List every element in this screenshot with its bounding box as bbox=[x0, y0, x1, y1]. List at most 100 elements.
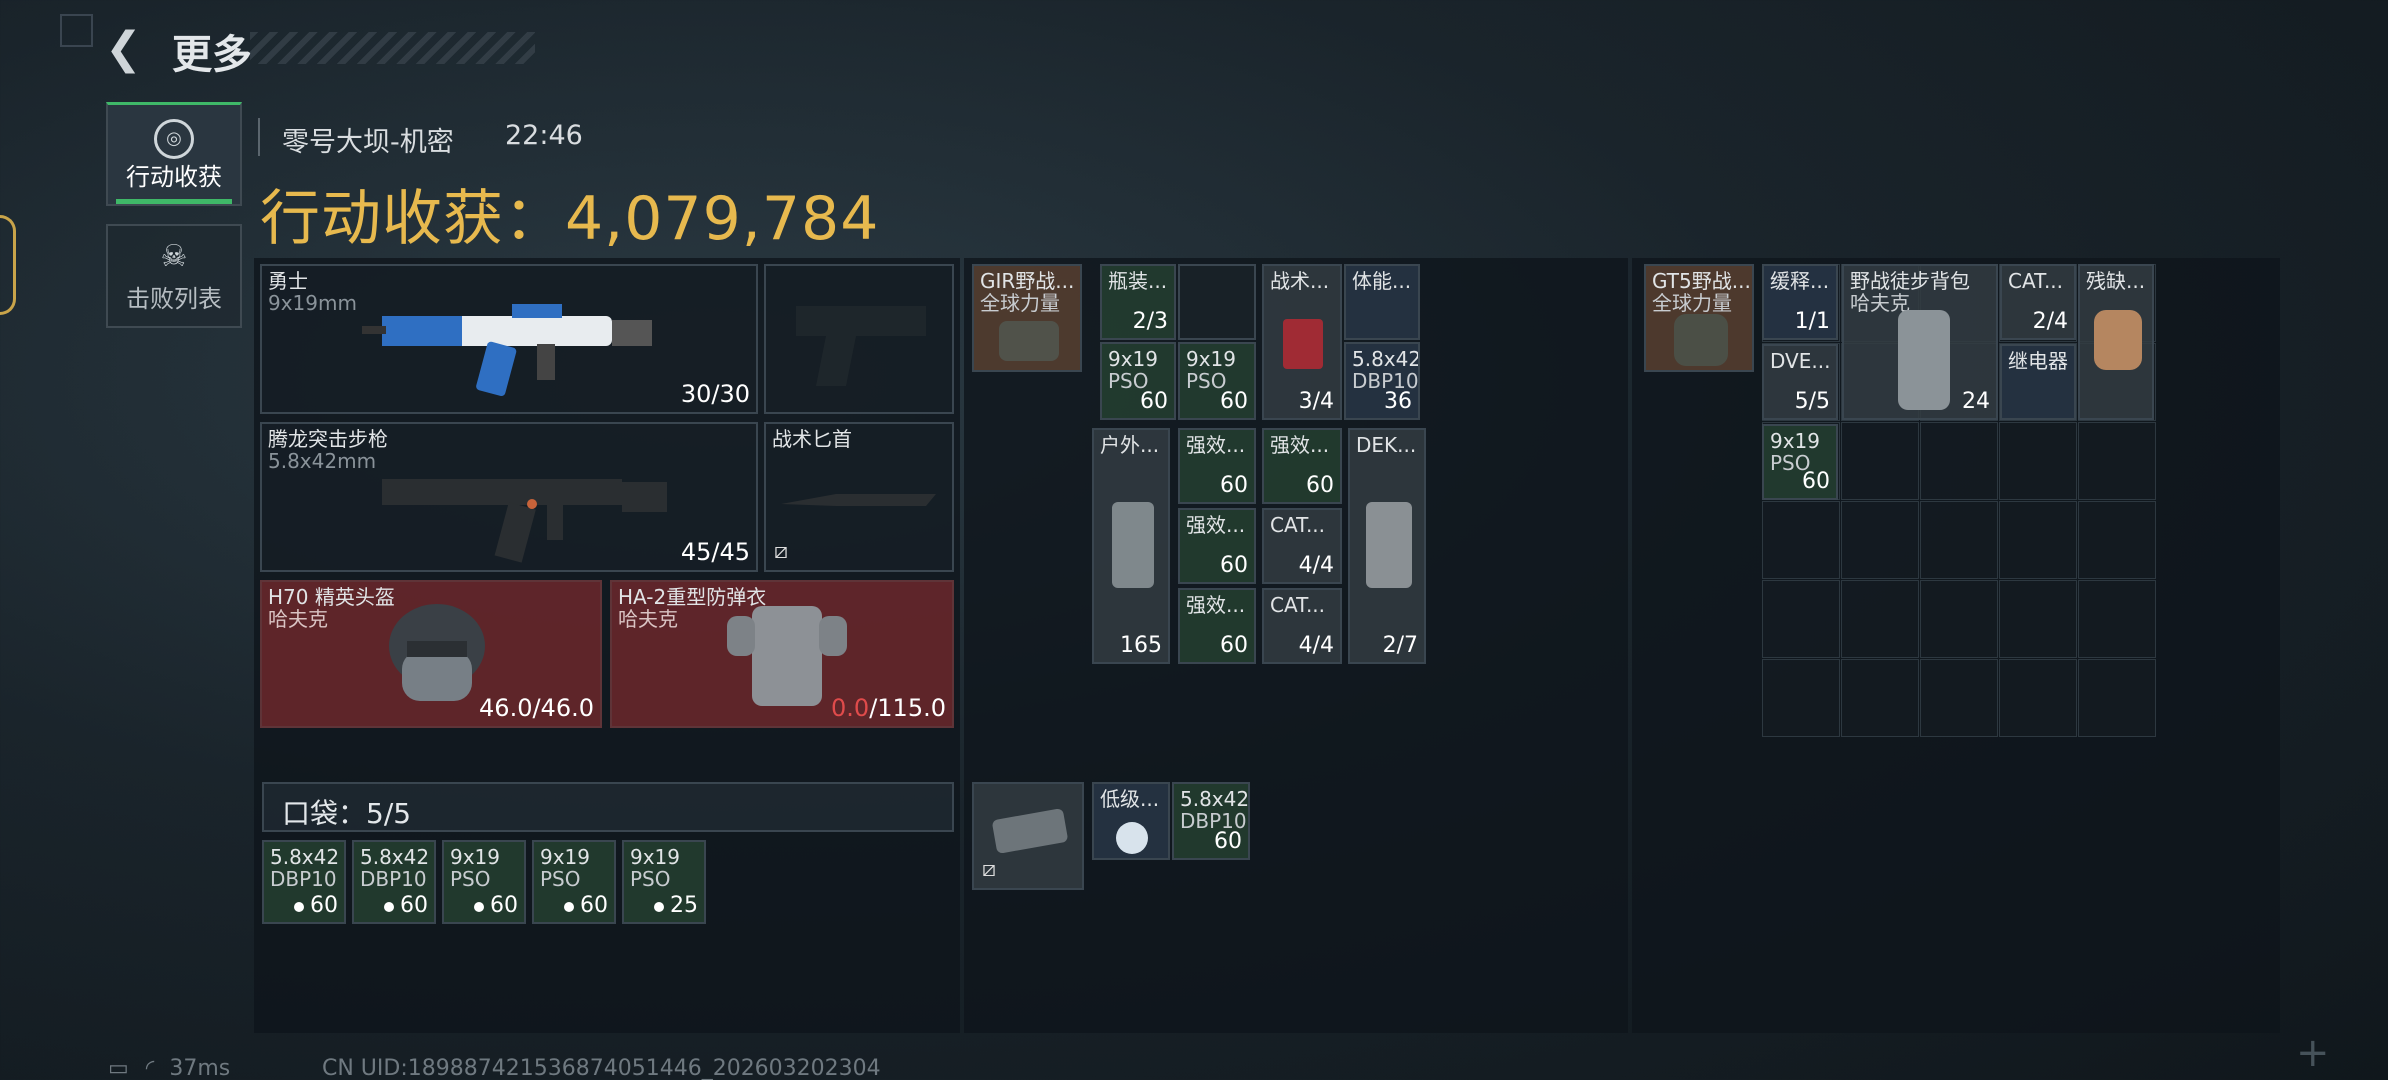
backpack-grid-cell[interactable] bbox=[1841, 659, 1919, 737]
backpack-grid-cell[interactable] bbox=[1920, 580, 1998, 658]
item-count-value: 60 bbox=[490, 893, 518, 918]
pocket-item[interactable]: 5.8x42 DBP10 60 bbox=[352, 840, 436, 924]
knife-icon bbox=[781, 494, 936, 506]
rig-item-stamina[interactable]: 体能... bbox=[1344, 264, 1420, 340]
pocket-item[interactable]: 5.8x42 DBP10 60 bbox=[262, 840, 346, 924]
melee-slot[interactable]: 战术匕首 ⧄ bbox=[764, 422, 954, 572]
helmet-icon bbox=[389, 604, 485, 701]
backpack-grid-cell[interactable] bbox=[1999, 659, 2077, 737]
rig-sub: 全球力量 bbox=[980, 291, 1060, 315]
item-count: 60 bbox=[1220, 553, 1248, 578]
rig-item-cat[interactable]: CAT... 4/4 bbox=[1262, 588, 1342, 664]
helmet-name: H70 精英头盔 bbox=[268, 585, 395, 609]
rig-item-outdoor[interactable]: 户外... 165 bbox=[1092, 428, 1170, 664]
rig-item-ammo[interactable]: 5.8x42 DBP10 36 bbox=[1344, 342, 1420, 420]
secondary-weapon-slot[interactable]: 腾龙突击步枪 5.8x42mm 45/45 bbox=[260, 422, 758, 572]
armor-slot[interactable]: HA-2重型防弹衣 哈夫克 0.0/115.0 bbox=[610, 580, 954, 728]
weapon-ammo: 30/30 bbox=[680, 380, 750, 408]
primary-weapon-slot[interactable]: 勇士 9x19mm 30/30 bbox=[260, 264, 758, 414]
bp-item-buffer[interactable]: 缓释... 1/1 bbox=[1762, 264, 1838, 340]
rig-item-strong[interactable]: 强效... 60 bbox=[1262, 428, 1342, 504]
pistol-icon bbox=[796, 306, 926, 386]
backpack-grid-cell[interactable] bbox=[2078, 659, 2156, 737]
item-count: 4/4 bbox=[1298, 633, 1334, 658]
backpack-grid-cell[interactable] bbox=[2078, 580, 2156, 658]
safebox-item-low[interactable]: 低级... bbox=[1092, 782, 1170, 860]
backpack-grid-cell[interactable] bbox=[1999, 422, 2077, 500]
rig-empty-cell[interactable] bbox=[1178, 264, 1256, 340]
helmet-slot[interactable]: H70 精英头盔 哈夫克 46.0/46.0 bbox=[260, 580, 602, 728]
medkit-icon bbox=[1283, 319, 1323, 369]
rig-item-strong[interactable]: 强效... 60 bbox=[1178, 428, 1256, 504]
bp-item-broken[interactable]: 残缺... bbox=[2078, 264, 2154, 420]
bp-item-dve[interactable]: DVE... 5/5 bbox=[1762, 344, 1838, 420]
backpack-grid-cell[interactable] bbox=[1920, 422, 1998, 500]
vest-icon bbox=[999, 321, 1059, 361]
backpack-grid-cell[interactable] bbox=[1762, 580, 1840, 658]
ammo-type: PSO bbox=[450, 867, 491, 891]
backpack-slot[interactable]: GT5野战... 全球力量 bbox=[1644, 264, 1754, 372]
backpack-grid-cell[interactable] bbox=[1762, 659, 1840, 737]
safebox-icon bbox=[992, 808, 1068, 854]
item-count: 60 bbox=[1214, 829, 1242, 854]
rig-item-strong[interactable]: 强效... 60 bbox=[1178, 508, 1256, 584]
loot-total: 行动收获：4,079,784 bbox=[260, 170, 879, 257]
rig-slot[interactable]: GIR野战... 全球力量 bbox=[972, 264, 1082, 372]
tab-kill-list[interactable]: ☠ 击败列表 bbox=[106, 224, 242, 328]
item-count: 60 bbox=[1220, 633, 1248, 658]
backpack-grid-cell[interactable] bbox=[1841, 501, 1919, 579]
ammo-caliber: 9x19 bbox=[1770, 429, 1821, 453]
item-name: 强效... bbox=[1186, 433, 1246, 457]
tab-loot[interactable]: ◎ 行动收获 bbox=[106, 102, 242, 206]
ammo-type: PSO bbox=[630, 867, 671, 891]
item-name: 强效... bbox=[1186, 593, 1246, 617]
weapon-ammo: 45/45 bbox=[680, 538, 750, 566]
rig-item-dek[interactable]: DEK... 2/7 bbox=[1348, 428, 1426, 664]
item-count: 60 bbox=[384, 893, 428, 918]
rig-item-tactical[interactable]: 战术... 3/4 bbox=[1262, 264, 1342, 420]
backpack-grid-cell[interactable] bbox=[1920, 659, 1998, 737]
item-count: 165 bbox=[1120, 633, 1162, 658]
backpack-grid-cell[interactable] bbox=[2078, 501, 2156, 579]
pistol-slot[interactable] bbox=[764, 264, 954, 414]
armor-durability-current: 0.0 bbox=[831, 694, 870, 722]
safebox-slot[interactable]: ⧄ bbox=[972, 782, 1084, 890]
backpack-grid-cell[interactable] bbox=[1841, 580, 1919, 658]
item-count: 2/3 bbox=[1132, 309, 1168, 334]
item-count: 60 bbox=[474, 893, 518, 918]
plus-icon[interactable]: + bbox=[2296, 1030, 2330, 1076]
rig-item-bottle[interactable]: 瓶装... 2/3 bbox=[1100, 264, 1176, 340]
rig-item-ammo[interactable]: 9x19 PSO 60 bbox=[1178, 342, 1256, 420]
bp-item-bag[interactable]: 野战徒步背包 哈夫克 24 bbox=[1842, 264, 1998, 420]
rig-item-cat[interactable]: CAT... 4/4 bbox=[1262, 508, 1342, 584]
item-count: 36 bbox=[1384, 389, 1412, 414]
bp-item-cat[interactable]: CAT... 2/4 bbox=[2000, 264, 2076, 340]
rig-item-ammo[interactable]: 9x19 PSO 60 bbox=[1100, 342, 1176, 420]
status-bar: ▭ ◜ 37ms bbox=[108, 1056, 230, 1080]
safebox-item-ammo[interactable]: 5.8x42 DBP10 60 bbox=[1172, 782, 1250, 860]
rig-item-strong[interactable]: 强效... 60 bbox=[1178, 588, 1256, 664]
map-name: 零号大坝-机密 bbox=[282, 127, 454, 158]
item-count: 5/5 bbox=[1794, 389, 1830, 414]
divider bbox=[258, 118, 260, 156]
bp-item-ammo[interactable]: 9x19 PSO 60 bbox=[1762, 424, 1838, 500]
item-name: CAT... bbox=[1270, 513, 1326, 537]
pocket-item[interactable]: 9x19 PSO 25 bbox=[622, 840, 706, 924]
backpack-grid-cell[interactable] bbox=[1762, 501, 1840, 579]
backpack-grid-cell[interactable] bbox=[1920, 501, 1998, 579]
backpack-grid-cell[interactable] bbox=[1841, 422, 1919, 500]
rig-name: GIR野战... bbox=[980, 269, 1075, 293]
pocket-item[interactable]: 9x19 PSO 60 bbox=[442, 840, 526, 924]
helmet-maker: 哈夫克 bbox=[268, 607, 328, 631]
pocket-item[interactable]: 9x19 PSO 60 bbox=[532, 840, 616, 924]
armor-name: HA-2重型防弹衣 bbox=[618, 585, 767, 609]
backpack-grid-cell[interactable] bbox=[1999, 580, 2077, 658]
back-arrow-icon[interactable]: ❮ bbox=[105, 26, 153, 72]
ammo-caliber: 9x19 bbox=[1186, 347, 1237, 371]
backpack-grid-cell[interactable] bbox=[2078, 422, 2156, 500]
canister-icon bbox=[1116, 822, 1148, 854]
backpack-grid-cell[interactable] bbox=[1999, 501, 2077, 579]
ammo-type: DBP10 bbox=[270, 867, 337, 891]
bp-item-relay[interactable]: 继电器 bbox=[2000, 344, 2076, 420]
rifle-icon bbox=[362, 304, 652, 397]
